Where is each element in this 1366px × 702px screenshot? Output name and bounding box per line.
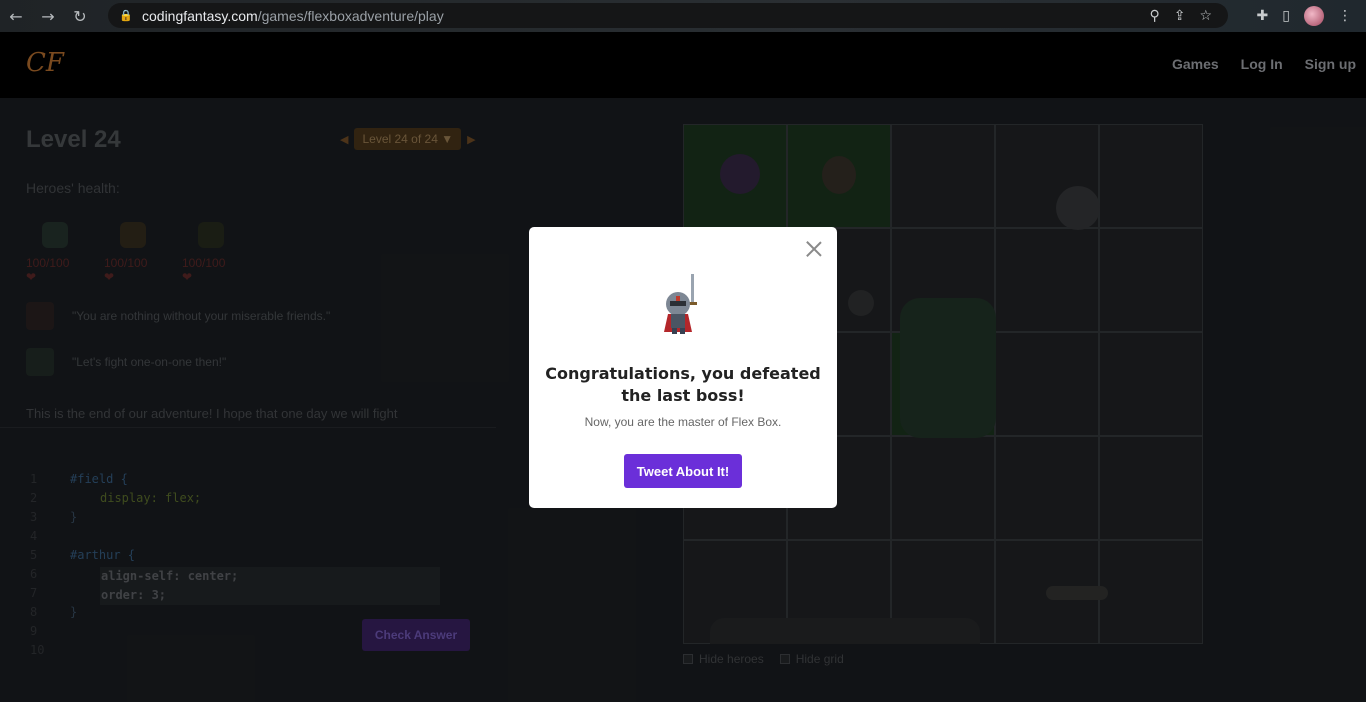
back-icon[interactable]: ←	[0, 0, 32, 32]
nav-signup[interactable]: Sign up	[1305, 56, 1356, 72]
tweet-button[interactable]: Tweet About It!	[624, 454, 742, 488]
nav-games[interactable]: Games	[1172, 56, 1219, 72]
extensions-icon[interactable]: ✚	[1257, 8, 1269, 24]
site-logo[interactable]: CF	[26, 48, 64, 78]
zoom-icon[interactable]: ⚲	[1149, 8, 1159, 24]
url-host: codingfantasy.com	[142, 7, 258, 24]
side-panel-icon[interactable]: ▯	[1282, 8, 1290, 24]
lock-icon[interactable]: 🔒	[118, 8, 134, 24]
bookmark-star-icon[interactable]: ☆	[1199, 8, 1212, 24]
site-header: CF Games Log In Sign up	[0, 32, 1366, 98]
profile-avatar[interactable]	[1304, 6, 1324, 26]
url-path: /games/flexboxadventure/play	[257, 7, 444, 24]
modal-title: Congratulations, you defeated the last b…	[545, 364, 821, 405]
forward-icon[interactable]: →	[32, 0, 64, 32]
address-bar-actions: ⚲ ⇪ ☆	[1149, 8, 1212, 24]
share-icon[interactable]: ⇪	[1174, 8, 1186, 24]
address-bar[interactable]: 🔒 codingfantasy.com /games/flexboxadvent…	[108, 3, 1228, 28]
top-nav: Games Log In Sign up	[1172, 56, 1356, 72]
victory-modal: Congratulations, you defeated the last b…	[529, 227, 837, 508]
browser-extensions: ✚ ▯ ⋮	[1257, 6, 1352, 26]
knight-icon	[664, 274, 697, 334]
menu-kebab-icon[interactable]: ⋮	[1338, 8, 1352, 24]
nav-login[interactable]: Log In	[1241, 56, 1283, 72]
modal-subtitle: Now, you are the master of Flex Box.	[584, 415, 782, 429]
close-icon[interactable]	[805, 239, 823, 257]
browser-toolbar: ← → ↻ 🔒 codingfantasy.com /games/flexbox…	[0, 0, 1366, 32]
reload-icon[interactable]: ↻	[64, 0, 96, 32]
